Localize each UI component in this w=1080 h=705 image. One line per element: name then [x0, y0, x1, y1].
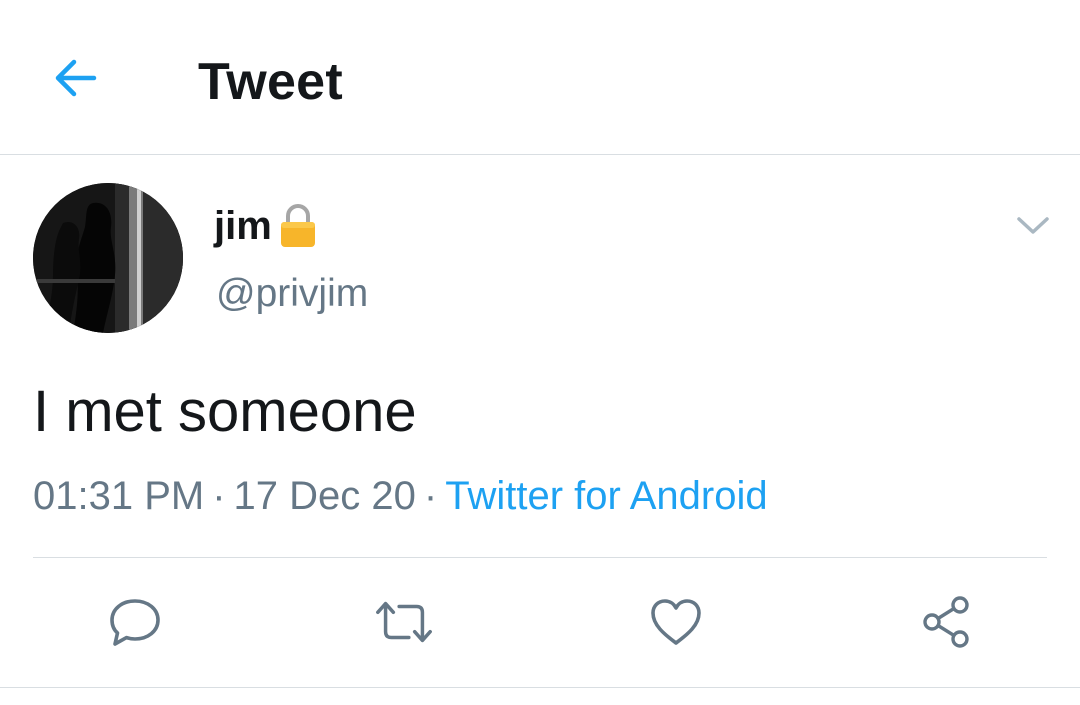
share-icon: [923, 596, 969, 648]
action-bar: [0, 560, 1080, 687]
divider: [0, 687, 1080, 688]
meta-separator: ·: [212, 474, 226, 518]
author-name[interactable]: jim: [214, 203, 318, 249]
share-button[interactable]: [914, 590, 978, 654]
retweet-button[interactable]: [372, 590, 436, 654]
arrow-left-icon: [55, 59, 97, 97]
reply-button[interactable]: [103, 590, 167, 654]
tweet-time: 01:31 PM: [33, 474, 205, 518]
heart-icon: [651, 599, 701, 645]
chevron-down-icon: [1017, 217, 1049, 234]
lock-icon: [278, 203, 318, 249]
reply-icon: [110, 599, 160, 646]
author-handle[interactable]: @privjim: [216, 272, 368, 316]
back-button[interactable]: [44, 46, 108, 110]
page-title: Tweet: [198, 53, 344, 111]
retweet-icon: [376, 601, 432, 643]
tweet-meta: 01:31 PM · 17 Dec 20 · Twitter for Android: [33, 474, 768, 519]
display-name-text: jim: [214, 203, 272, 248]
top-bar: Tweet: [0, 0, 1080, 155]
avatar-photo: [33, 183, 183, 333]
tweet-date: 17 Dec 20: [233, 474, 416, 518]
tweet-text: I met someone: [33, 379, 417, 444]
like-button[interactable]: [644, 590, 708, 654]
tweet-source-link[interactable]: Twitter for Android: [445, 474, 767, 518]
avatar[interactable]: [33, 183, 183, 333]
divider: [33, 557, 1047, 558]
meta-separator: ·: [423, 474, 438, 518]
more-options-button[interactable]: [1010, 206, 1056, 246]
